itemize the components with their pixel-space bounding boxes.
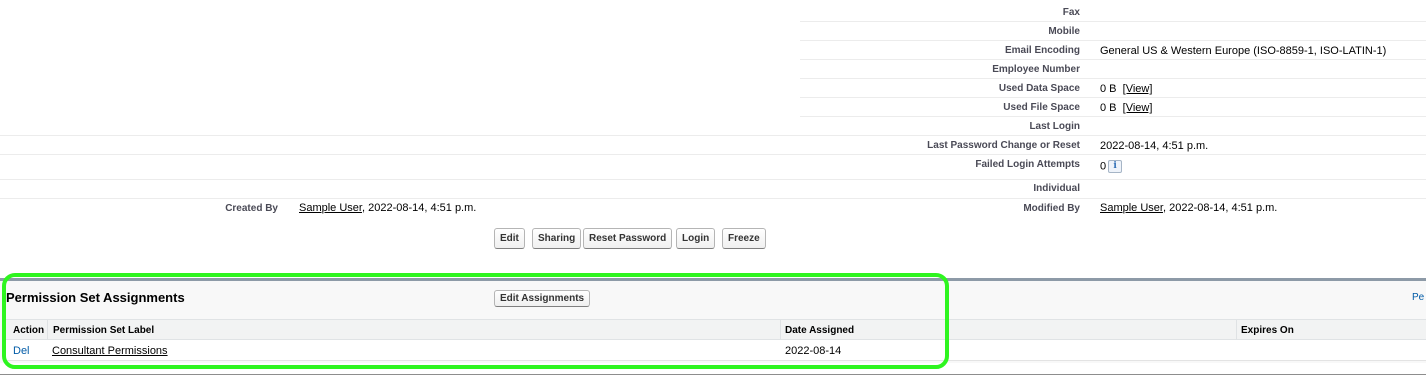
detail-row-employee-number xyxy=(800,60,1426,79)
used-file-space-view-link[interactable]: [View] xyxy=(1123,102,1153,114)
individual-label: Individual xyxy=(1033,183,1080,194)
column-header-action: Action xyxy=(13,325,45,336)
modified-by-label: Modified By xyxy=(1023,203,1080,214)
permission-set-label-link[interactable]: Consultant Permissions xyxy=(52,345,168,357)
table-row: Del Consultant Permissions 2022-08-14 xyxy=(4,340,1426,361)
sharing-button[interactable]: Sharing xyxy=(532,228,582,249)
column-header-date-assigned: Date Assigned xyxy=(785,325,855,336)
detail-row-last-login xyxy=(0,117,1426,136)
table-header: Action Permission Set Label Date Assigne… xyxy=(4,319,1426,340)
modified-by-date: , 2022-08-14, 4:51 p.m. xyxy=(1162,202,1278,214)
modified-by-value: Sample User, 2022-08-14, 4:51 p.m. xyxy=(1100,202,1277,214)
fax-label: Fax xyxy=(1062,7,1080,18)
column-divider xyxy=(780,320,781,340)
date-assigned-value: 2022-08-14 xyxy=(785,345,842,357)
column-divider xyxy=(1236,320,1237,340)
used-data-space-amount: 0 B xyxy=(1100,83,1117,95)
detail-row-fax xyxy=(800,3,1426,22)
created-by-date: , 2022-08-14, 4:51 p.m. xyxy=(361,202,477,214)
detail-row-individual xyxy=(0,180,1426,199)
used-file-space-value: 0 B [View] xyxy=(1100,102,1152,114)
last-password-change-value: 2022-08-14, 4:51 p.m. xyxy=(1100,140,1209,152)
related-list-title: Permission Set Assignments xyxy=(6,290,185,305)
edit-button[interactable]: Edit xyxy=(494,228,525,249)
failed-login-attempts-label: Failed Login Attempts xyxy=(975,159,1080,170)
freeze-button[interactable]: Freeze xyxy=(722,228,766,249)
last-password-change-label: Last Password Change or Reset xyxy=(927,140,1080,151)
used-data-space-view-link[interactable]: [View] xyxy=(1123,83,1153,95)
related-list-help-link[interactable]: Pe xyxy=(1412,292,1424,303)
employee-number-label: Employee Number xyxy=(992,64,1080,75)
divider xyxy=(0,374,1426,375)
email-encoding-value: General US & Western Europe (ISO-8859-1,… xyxy=(1100,45,1387,57)
reset-password-button[interactable]: Reset Password xyxy=(583,228,673,249)
used-data-space-value: 0 B [View] xyxy=(1100,83,1152,95)
created-by-label: Created By xyxy=(225,203,278,214)
last-login-label: Last Login xyxy=(1029,121,1080,132)
created-by-user-link[interactable]: Sample User xyxy=(299,202,362,214)
info-icon[interactable]: i xyxy=(1108,160,1123,173)
detail-row-failed-login xyxy=(0,155,1426,180)
login-button[interactable]: Login xyxy=(676,228,716,249)
detail-row-mobile xyxy=(800,22,1426,41)
column-header-permission-set-label: Permission Set Label xyxy=(53,325,155,336)
edit-assignments-button[interactable]: Edit Assignments xyxy=(494,290,591,307)
mobile-label: Mobile xyxy=(1048,26,1080,37)
used-file-space-label: Used File Space xyxy=(1003,102,1080,113)
permission-set-assignments-list: Permission Set Assignments Edit Assignme… xyxy=(0,278,1426,363)
column-divider xyxy=(47,320,48,340)
modified-by-user-link[interactable]: Sample User xyxy=(1100,202,1163,214)
used-file-space-amount: 0 B xyxy=(1100,102,1117,114)
delete-link[interactable]: Del xyxy=(13,345,30,357)
used-data-space-label: Used Data Space xyxy=(998,83,1080,94)
failed-login-attempts-count: 0 xyxy=(1100,160,1107,173)
failed-login-attempts-value: 0i xyxy=(1100,160,1123,173)
column-header-expires-on: Expires On xyxy=(1241,325,1294,336)
email-encoding-label: Email Encoding xyxy=(1004,45,1080,56)
created-by-value: Sample User, 2022-08-14, 4:51 p.m. xyxy=(299,202,476,214)
detail-row-last-password-change xyxy=(0,136,1426,155)
